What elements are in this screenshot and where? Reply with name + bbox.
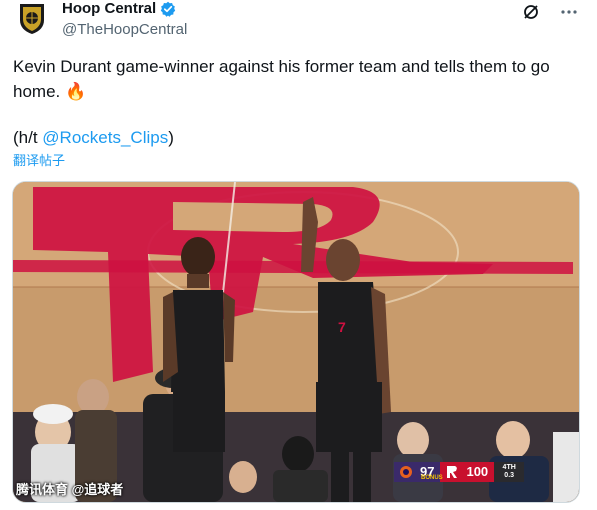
tweet-header-actions bbox=[521, 2, 579, 22]
hat-tip-line: (h/t @Rockets_Clips) bbox=[13, 125, 174, 150]
clock-value: 0.3 bbox=[504, 472, 515, 479]
rockets-logo-icon bbox=[442, 462, 462, 482]
author-handle[interactable]: @TheHoopCentral bbox=[62, 21, 187, 38]
scorebug-home: 100 bbox=[440, 462, 495, 482]
media-video[interactable]: 7 腾讯体育 @追球者 97 BONUS 100 4TH 0.3 bbox=[12, 181, 580, 503]
video-frame: 7 bbox=[13, 182, 579, 502]
mention-link[interactable]: @Rockets_Clips bbox=[42, 128, 168, 147]
period-label: 4TH bbox=[502, 464, 516, 471]
grok-icon[interactable] bbox=[521, 2, 541, 22]
author-display-name[interactable]: Hoop Central bbox=[62, 0, 156, 18]
game-clock: 4TH 0.3 bbox=[494, 462, 525, 482]
tweet-text: Kevin Durant game-winner against his for… bbox=[13, 57, 550, 101]
avatar[interactable] bbox=[14, 0, 50, 36]
bonus-label: BONUS bbox=[421, 475, 443, 481]
verified-badge-icon bbox=[160, 1, 176, 17]
translate-post-link[interactable]: 翻译帖子 bbox=[13, 150, 65, 169]
home-score: 100 bbox=[466, 464, 489, 479]
more-dots-icon[interactable] bbox=[559, 2, 579, 22]
tweet: Hoop Central @TheHoopCentral Kevin Duran… bbox=[0, 0, 597, 510]
hat-tip-prefix: (h/t bbox=[13, 128, 43, 147]
svg-text:7: 7 bbox=[338, 319, 346, 335]
hat-tip-suffix: ) bbox=[168, 128, 174, 147]
suns-logo-icon bbox=[396, 462, 416, 482]
scorebug: 97 BONUS 100 4TH 0.3 bbox=[394, 462, 525, 482]
author-name-row: Hoop Central bbox=[62, 0, 176, 18]
video-watermark: 腾讯体育 @追球者 bbox=[16, 482, 124, 497]
